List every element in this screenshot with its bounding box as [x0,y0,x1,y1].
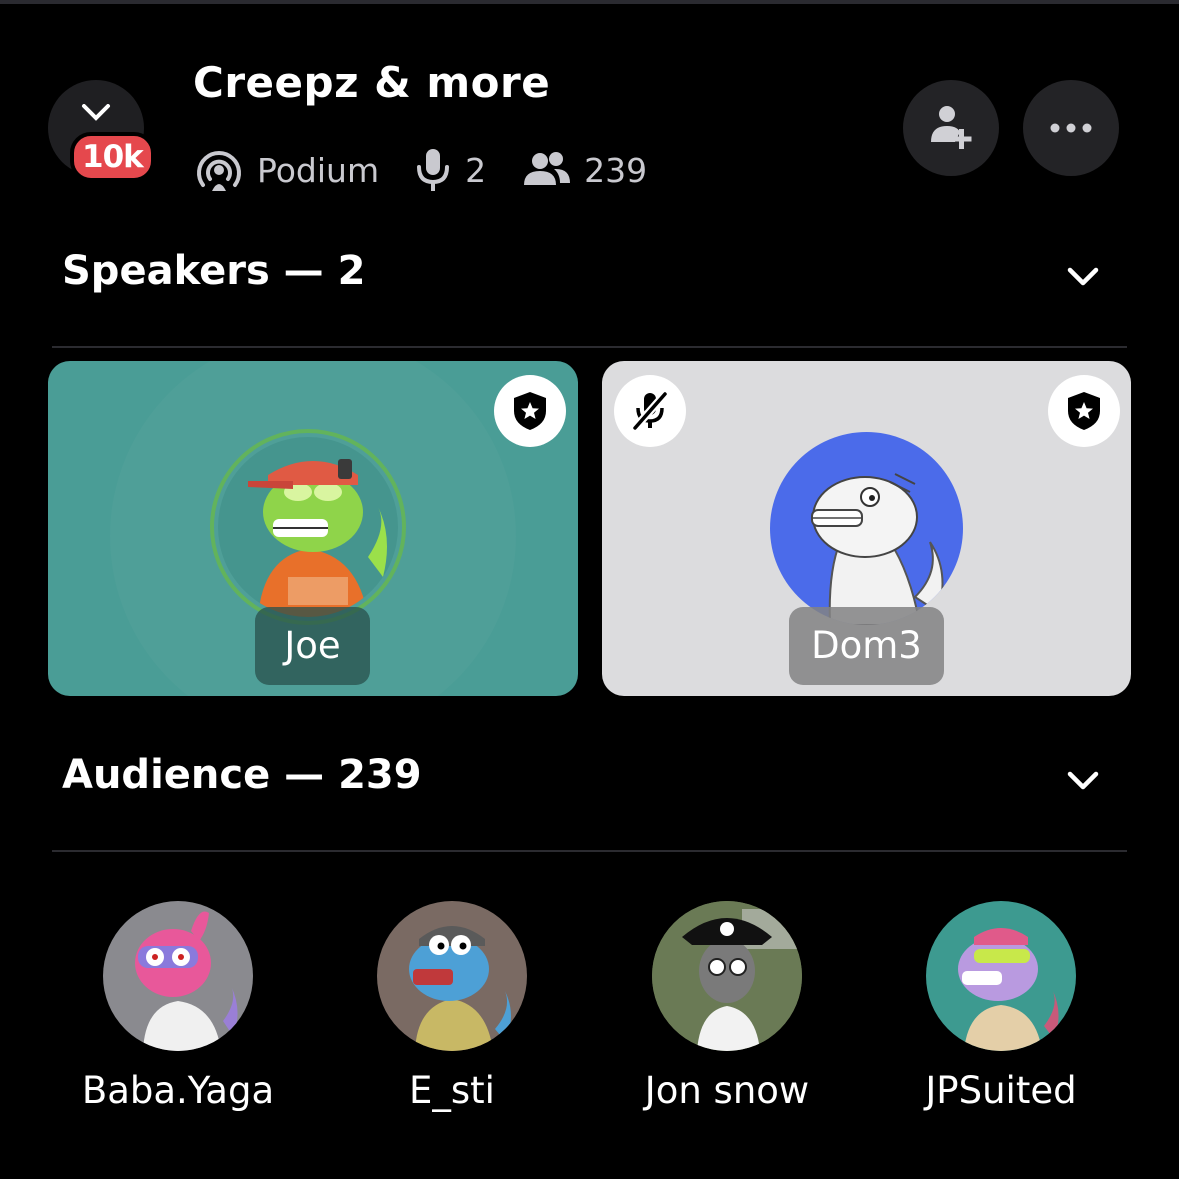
audience-member[interactable]: Baba.Yaga [28,901,328,1112]
creepz-avatar-joe [248,459,387,617]
stage-title: Creepz & more [193,58,551,107]
speaker-card-dom3[interactable]: Dom3 [602,361,1131,696]
shield-star-icon [514,392,546,430]
channel-type-label: Podium [257,150,380,190]
audience-name: E_sti [409,1069,495,1112]
muted-badge [614,375,686,447]
creepz-avatar-baba-yaga [135,911,238,1051]
audience-member[interactable]: Jon snow [577,901,877,1112]
avatar [103,901,253,1051]
moderator-badge [1048,375,1120,447]
server-icon[interactable]: 10k [48,80,155,182]
audience-heading: Audience — 239 [62,752,422,798]
avatar [377,901,527,1051]
server-badge: 10k [70,132,155,182]
audience-name: Jon snow [644,1069,810,1112]
speaker-card-joe[interactable]: Joe [48,361,578,696]
shield-star-icon [1068,392,1100,430]
tv-icon [82,104,110,121]
avatar [652,901,802,1051]
speaker-name-label: Dom3 [789,607,944,685]
speaker-name-label: Joe [255,607,370,685]
audience-member[interactable]: E_sti [302,901,602,1112]
microphone-icon [417,149,450,191]
muted-microphone-icon [632,391,668,431]
creepz-avatar-jon-snow [652,901,802,1051]
chevron-down-icon[interactable] [1062,759,1104,801]
chevron-down-icon[interactable] [1062,255,1104,297]
audience-name: Baba.Yaga [81,1069,275,1112]
users-icon [524,152,571,185]
invite-button[interactable] [903,80,999,176]
avatar [218,437,398,617]
creepz-avatar-jpsuited [958,928,1059,1051]
podium-icon [197,151,241,191]
audience-member[interactable]: JPSuited [851,901,1151,1112]
more-dots-icon [1050,123,1092,133]
speaker-count: 2 [465,150,487,190]
audience-name: JPSuited [925,1069,1077,1112]
creepz-avatar-e-sti [409,926,511,1051]
audience-divider [52,850,1127,852]
avatar [770,432,963,625]
stage-meta: Podium 2 239 [193,145,681,195]
more-options-button[interactable] [1023,80,1119,176]
avatar [926,901,1076,1051]
top-edge [0,0,1179,4]
listener-count: 239 [584,150,648,190]
speakers-divider [52,346,1127,348]
speakers-heading: Speakers — 2 [62,248,366,294]
add-user-icon [931,106,972,149]
moderator-badge [494,375,566,447]
creepz-avatar-dom3 [811,473,944,625]
